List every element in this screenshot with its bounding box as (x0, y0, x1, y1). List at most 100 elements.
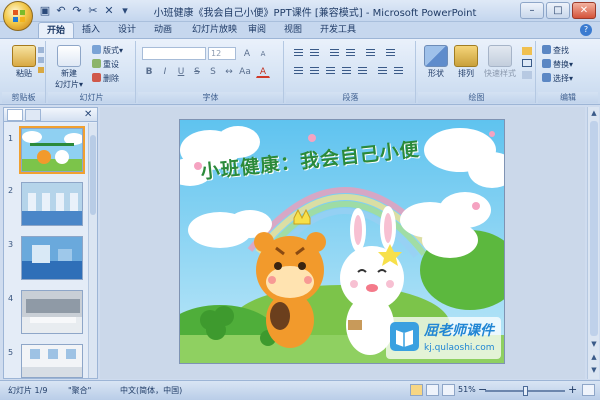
fit-to-window-icon[interactable] (582, 384, 595, 396)
bullets-icon[interactable] (292, 47, 305, 59)
main-scroll-thumb[interactable] (590, 121, 598, 336)
font-group-label: 字体 (138, 92, 283, 103)
distributed-icon[interactable] (356, 65, 369, 77)
replace-button[interactable]: 替换▾ (542, 59, 573, 70)
redo-icon[interactable]: ↷ (70, 4, 84, 18)
strikethrough-icon[interactable]: S (190, 65, 204, 78)
tab-slideshow[interactable]: 幻灯片放映 (184, 22, 245, 38)
format-painter-icon[interactable] (38, 67, 44, 73)
grow-font-icon[interactable]: A (240, 47, 254, 60)
thumbnail-scrollbar[interactable] (88, 123, 97, 378)
tab-home[interactable]: 开始 (38, 22, 75, 38)
bold-icon[interactable]: B (142, 65, 156, 78)
slide-thumbnail[interactable] (19, 126, 85, 174)
qat-dropdown-icon[interactable]: ▾ (118, 4, 132, 18)
new-slide-button[interactable]: 新建 幻灯片▾ (52, 45, 86, 90)
tab-view[interactable]: 视图 (276, 22, 310, 38)
change-case-icon[interactable]: Aa (238, 65, 252, 78)
font-color-icon[interactable]: A (256, 65, 270, 78)
slide-canvas[interactable]: 小班健康：我会自己小便 屈老师课件 kj.qulaoshi.com (179, 119, 505, 364)
close-button[interactable]: ✕ (572, 2, 596, 19)
increase-indent-icon[interactable] (344, 47, 357, 59)
shape-fill-icon[interactable] (522, 47, 532, 55)
tab-insert[interactable]: 插入 (74, 22, 108, 38)
cut-small-icon[interactable] (38, 47, 44, 53)
zoom-level[interactable]: 51% (458, 385, 476, 394)
language-status[interactable]: 中文(简体，中国) (120, 385, 182, 396)
arrange-icon (454, 45, 478, 67)
numbering-icon[interactable] (308, 47, 321, 59)
outline-tab-icon[interactable] (25, 109, 41, 121)
spacing-icon[interactable]: ↔ (222, 65, 236, 78)
shapes-button[interactable]: 形状 (422, 45, 450, 79)
quick-styles-button[interactable]: 快速样式 (482, 45, 518, 79)
zoom-in-icon[interactable]: + (568, 383, 577, 396)
slides-tab-icon[interactable] (7, 109, 23, 121)
slide-thumbnail[interactable] (21, 182, 83, 226)
tab-animation[interactable]: 动画 (146, 22, 180, 38)
slide-thumbnail[interactable] (21, 236, 83, 280)
layout-button[interactable]: 版式▾ (92, 45, 123, 56)
zoom-slider[interactable] (485, 386, 565, 396)
paragraph-group-label: 段落 (286, 92, 415, 103)
select-button[interactable]: 选择▾ (542, 73, 573, 84)
select-label: 选择▾ (553, 74, 574, 83)
delete-slide-button[interactable]: 删除 (92, 73, 119, 84)
shrink-font-icon[interactable]: A (256, 47, 270, 60)
scroll-up-icon[interactable]: ▲ (589, 108, 599, 118)
slide-thumbnail[interactable] (21, 344, 83, 378)
tab-review[interactable]: 审阅 (240, 22, 274, 38)
pane-close-icon[interactable]: ✕ (84, 109, 92, 121)
scroll-down-icon[interactable]: ▼ (589, 339, 599, 349)
reset-label: 重设 (103, 60, 119, 69)
main-scrollbar[interactable]: ▲ ▼ ▲ ▼ (587, 107, 599, 379)
new-slide-label-1: 新建 (61, 69, 77, 78)
justify-icon[interactable] (340, 65, 353, 77)
arrange-button[interactable]: 排列 (452, 45, 480, 79)
slide-sorter-view-icon[interactable] (426, 384, 439, 396)
find-button[interactable]: 查找 (542, 45, 569, 56)
shapes-label: 形状 (428, 69, 444, 78)
slide-thumbnail[interactable] (21, 290, 83, 334)
shape-outline-icon[interactable] (522, 59, 532, 67)
align-right-icon[interactable] (324, 65, 337, 77)
italic-icon[interactable]: I (158, 65, 172, 78)
shapes-icon (424, 45, 448, 67)
align-left-icon[interactable] (292, 65, 305, 77)
reset-button[interactable]: 重设 (92, 59, 119, 70)
paste-button[interactable]: 粘贴 (8, 45, 40, 79)
status-bar: 幻灯片 1/9 "聚合" 中文(简体，中国) 51% − + (0, 380, 600, 400)
shape-effects-icon[interactable] (522, 71, 532, 79)
next-slide-icon[interactable]: ▼ (589, 365, 599, 375)
undo-icon[interactable]: ↶ (54, 4, 68, 18)
help-icon[interactable]: ? (580, 24, 592, 36)
paste-label: 粘贴 (16, 69, 32, 78)
prev-slide-icon[interactable]: ▲ (589, 352, 599, 362)
minimize-button[interactable]: – (520, 2, 544, 19)
theme-status: "聚合" (68, 386, 92, 395)
slideshow-view-icon[interactable] (442, 384, 455, 396)
tab-design[interactable]: 设计 (110, 22, 144, 38)
align-center-icon[interactable] (308, 65, 321, 77)
thumbnail-scroll-thumb[interactable] (90, 135, 96, 215)
shadow-icon[interactable]: S (206, 65, 220, 78)
line-spacing-icon[interactable] (364, 47, 377, 59)
tab-developer[interactable]: 开发工具 (312, 22, 364, 38)
columns-icon[interactable] (376, 65, 389, 77)
smartart-icon[interactable] (392, 65, 405, 77)
text-direction-icon[interactable] (384, 47, 397, 59)
underline-icon[interactable]: U (174, 65, 188, 78)
layout-icon (92, 45, 101, 54)
maximize-button[interactable]: □ (546, 2, 570, 19)
cut-icon[interactable]: ✂ (86, 4, 100, 18)
decrease-indent-icon[interactable] (328, 47, 341, 59)
find-icon (542, 45, 551, 54)
office-button[interactable] (3, 1, 33, 31)
copy-small-icon[interactable] (38, 57, 44, 63)
zoom-slider-knob[interactable] (523, 386, 528, 396)
save-icon[interactable]: ▣ (38, 4, 52, 18)
delete-icon[interactable]: ✕ (102, 4, 116, 18)
font-name-field[interactable] (142, 47, 206, 60)
normal-view-icon[interactable] (410, 384, 423, 396)
font-size-field[interactable]: 12 (208, 47, 236, 60)
